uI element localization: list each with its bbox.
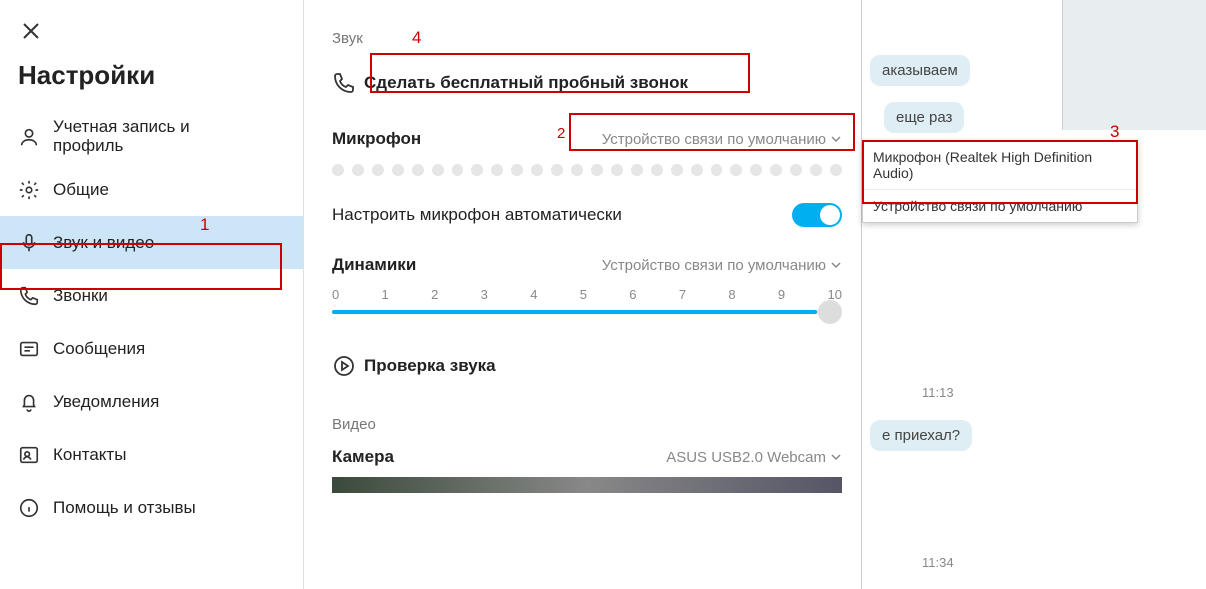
- play-icon: [332, 354, 364, 378]
- microphone-row: Микрофон Устройство связи по умолчанию: [332, 129, 842, 149]
- microphone-device-value: Устройство связи по умолчанию: [602, 131, 826, 148]
- camera-device-value: ASUS USB2.0 Webcam: [666, 449, 826, 466]
- slider-tick-labels: 012345678910: [332, 287, 842, 302]
- message-icon: [15, 338, 43, 360]
- sidebar-item-label: Уведомления: [53, 392, 159, 412]
- annotation-number-2: 2: [557, 125, 565, 142]
- person-icon: [15, 126, 43, 148]
- phone-icon: [332, 71, 364, 95]
- audio-video-panel: Звук Сделать бесплатный пробный звонок М…: [304, 0, 862, 589]
- chat-bubble: е приехал?: [870, 420, 972, 451]
- dropdown-option[interactable]: Микрофон (Realtek High Definition Audio): [863, 141, 1137, 190]
- auto-adjust-mic-toggle[interactable]: [792, 203, 842, 227]
- chevron-down-icon: [830, 133, 842, 145]
- sidebar-item-contacts[interactable]: Контакты: [0, 428, 303, 481]
- microphone-label: Микрофон: [332, 129, 421, 149]
- settings-sidebar: Настройки Учетная запись и профиль Общие…: [0, 0, 304, 589]
- speakers-device-value: Устройство связи по умолчанию: [602, 257, 826, 274]
- camera-preview: [332, 477, 842, 493]
- sidebar-item-label: Сообщения: [53, 339, 145, 359]
- settings-title: Настройки: [18, 60, 155, 91]
- speakers-device-dropdown[interactable]: Устройство связи по умолчанию: [602, 257, 842, 274]
- chat-timestamp: 11:13: [922, 385, 954, 400]
- info-icon: [15, 497, 43, 519]
- camera-row: Камера ASUS USB2.0 Webcam: [332, 447, 842, 467]
- test-call-button[interactable]: Сделать бесплатный пробный звонок: [332, 61, 861, 105]
- phone-icon: [15, 285, 43, 307]
- sidebar-item-label: Контакты: [53, 445, 126, 465]
- sidebar-item-label: Помощь и отзывы: [53, 498, 196, 518]
- sidebar-item-label: Звук и видео: [53, 233, 154, 253]
- video-section-label: Видео: [332, 416, 861, 433]
- sidebar-item-general[interactable]: Общие: [0, 163, 303, 216]
- microphone-level-meter: [332, 161, 842, 179]
- camera-device-dropdown[interactable]: ASUS USB2.0 Webcam: [666, 449, 842, 466]
- annotation-number-3: 3: [1110, 122, 1119, 142]
- chat-background: аказываем еще раз ds/467892/ 11:13 е при…: [862, 0, 1206, 589]
- sidebar-item-audio-video[interactable]: Звук и видео: [0, 216, 303, 269]
- camera-label: Камера: [332, 447, 394, 467]
- sidebar-item-label: Общие: [53, 180, 109, 200]
- contacts-icon: [15, 444, 43, 466]
- sidebar-item-label: Учетная запись и профиль: [53, 118, 233, 155]
- sound-check-button[interactable]: Проверка звука: [332, 344, 861, 388]
- settings-nav: Учетная запись и профиль Общие Звук и ви…: [0, 110, 303, 534]
- chat-bubble: аказываем: [870, 55, 970, 86]
- microphone-device-menu: Микрофон (Realtek High Definition Audio)…: [862, 140, 1138, 223]
- chat-bubble: еще раз: [884, 102, 964, 133]
- annotation-number-4: 4: [412, 28, 421, 48]
- chevron-down-icon: [830, 451, 842, 463]
- close-icon[interactable]: [22, 22, 40, 40]
- sidebar-item-account[interactable]: Учетная запись и профиль: [0, 110, 303, 163]
- sound-check-label: Проверка звука: [364, 356, 496, 376]
- gear-icon: [15, 179, 43, 201]
- chat-timestamp: 11:34: [922, 555, 954, 570]
- test-call-label: Сделать бесплатный пробный звонок: [364, 73, 688, 93]
- sidebar-item-notifications[interactable]: Уведомления: [0, 375, 303, 428]
- speakers-label: Динамики: [332, 255, 416, 275]
- auto-adjust-mic-row: Настроить микрофон автоматически: [332, 203, 842, 227]
- sidebar-item-calls[interactable]: Звонки: [0, 269, 303, 322]
- bell-icon: [15, 391, 43, 413]
- chevron-down-icon: [830, 259, 842, 271]
- auto-adjust-mic-label: Настроить микрофон автоматически: [332, 205, 622, 225]
- sidebar-item-help[interactable]: Помощь и отзывы: [0, 481, 303, 534]
- speakers-row: Динамики Устройство связи по умолчанию: [332, 255, 842, 275]
- speakers-volume-slider[interactable]: 012345678910: [332, 287, 842, 316]
- annotation-number-1: 1: [200, 215, 209, 235]
- slider-thumb[interactable]: [818, 300, 842, 324]
- microphone-icon: [15, 232, 43, 254]
- sidebar-item-messages[interactable]: Сообщения: [0, 322, 303, 375]
- dropdown-option[interactable]: Устройство связи по умолчанию: [863, 190, 1137, 222]
- microphone-device-dropdown[interactable]: Устройство связи по умолчанию: [602, 131, 842, 148]
- sidebar-item-label: Звонки: [53, 286, 108, 306]
